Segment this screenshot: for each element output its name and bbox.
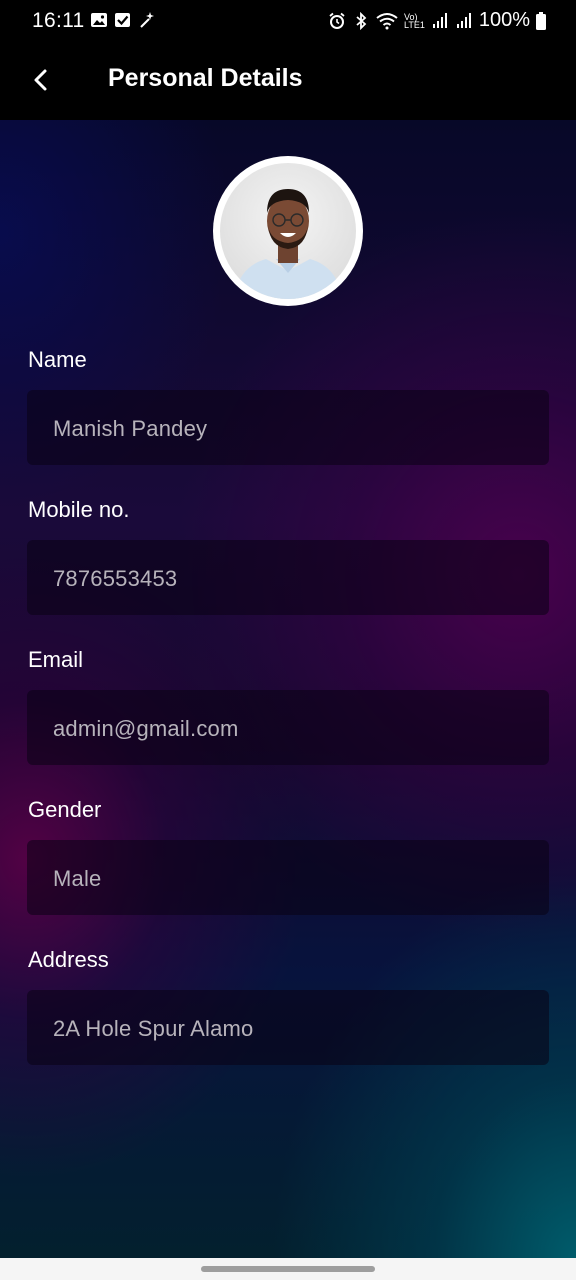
check-box-icon bbox=[115, 13, 130, 27]
email-field[interactable]: admin@gmail.com bbox=[27, 690, 549, 765]
status-right-icons: Vo) LTE1 100% bbox=[328, 9, 546, 32]
magic-wand-icon bbox=[140, 12, 154, 28]
personal-details-content: Name Manish Pandey Mobile no. 7876553453… bbox=[0, 120, 576, 1258]
gender-label: Gender bbox=[28, 797, 102, 822]
back-button[interactable] bbox=[22, 60, 62, 100]
page-title: Personal Details bbox=[108, 64, 303, 92]
volte-label-bottom: LTE1 bbox=[404, 19, 425, 30]
gender-value: Male bbox=[53, 866, 102, 891]
screen: 16:11 Vo) LTE1 100% Personal Details Nam… bbox=[0, 0, 576, 1280]
battery-icon bbox=[536, 11, 546, 30]
name-label: Name bbox=[28, 347, 87, 372]
avatar[interactable] bbox=[213, 156, 363, 306]
mobile-field[interactable]: 7876553453 bbox=[27, 540, 549, 615]
email-value: admin@gmail.com bbox=[53, 716, 239, 741]
person-photo bbox=[234, 189, 342, 299]
signal-icon bbox=[432, 12, 447, 28]
status-left-icons bbox=[90, 11, 156, 29]
image-icon bbox=[91, 13, 107, 27]
name-value: Manish Pandey bbox=[53, 416, 208, 441]
volte-icon: Vo) LTE1 bbox=[404, 12, 425, 30]
home-indicator[interactable] bbox=[201, 1266, 375, 1272]
gender-field[interactable]: Male bbox=[27, 840, 549, 915]
avatar-photo bbox=[220, 163, 356, 299]
mobile-value: 7876553453 bbox=[53, 566, 178, 591]
battery-percent: 100% bbox=[478, 9, 530, 31]
app-bar: Personal Details bbox=[0, 42, 576, 120]
back-arrow-icon bbox=[34, 69, 47, 91]
address-field[interactable]: 2A Hole Spur Alamo bbox=[27, 990, 549, 1065]
mobile-label: Mobile no. bbox=[28, 497, 130, 522]
email-label: Email bbox=[28, 647, 84, 672]
status-bar: 16:11 Vo) LTE1 100% bbox=[0, 0, 576, 42]
navigation-bar bbox=[0, 1258, 576, 1280]
address-label: Address bbox=[28, 947, 109, 972]
name-field[interactable]: Manish Pandey bbox=[27, 390, 549, 465]
bluetooth-icon bbox=[356, 11, 367, 30]
address-value: 2A Hole Spur Alamo bbox=[53, 1016, 254, 1041]
wifi-icon bbox=[376, 12, 398, 29]
signal-icon bbox=[456, 12, 471, 28]
alarm-icon bbox=[329, 12, 345, 29]
status-time: 16:11 bbox=[32, 9, 85, 32]
